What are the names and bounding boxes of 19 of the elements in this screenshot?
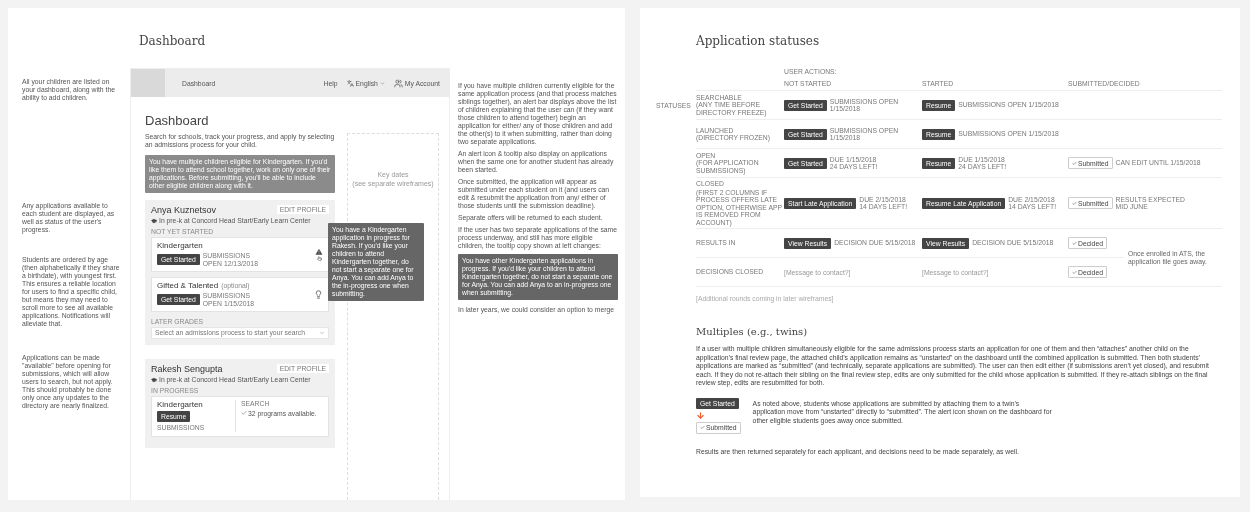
page-title: Application statuses [695, 33, 821, 48]
logo-placeholder [131, 69, 165, 97]
application-title: Kindergarten [157, 241, 204, 250]
page-title: Dashboard [138, 33, 207, 48]
cursor-icon [316, 255, 322, 261]
graduation-cap-icon [151, 217, 157, 224]
translate-icon [346, 79, 354, 87]
arrow-down-icon [696, 410, 705, 420]
application-title: Kindergarten [157, 400, 204, 409]
people-icon [393, 78, 403, 88]
dashboard-heading: Dashboard [145, 113, 210, 128]
caret-icon [379, 80, 385, 86]
section-title: Multiples (e.g., twins) [696, 326, 809, 337]
warning-icon[interactable] [315, 247, 323, 256]
graduation-cap-icon [151, 376, 157, 383]
caret-icon [319, 330, 325, 336]
check-icon [241, 410, 247, 416]
student-name: Rakesh Sengupta [151, 364, 223, 374]
student-name: Anya Kuznetsov [151, 205, 217, 215]
